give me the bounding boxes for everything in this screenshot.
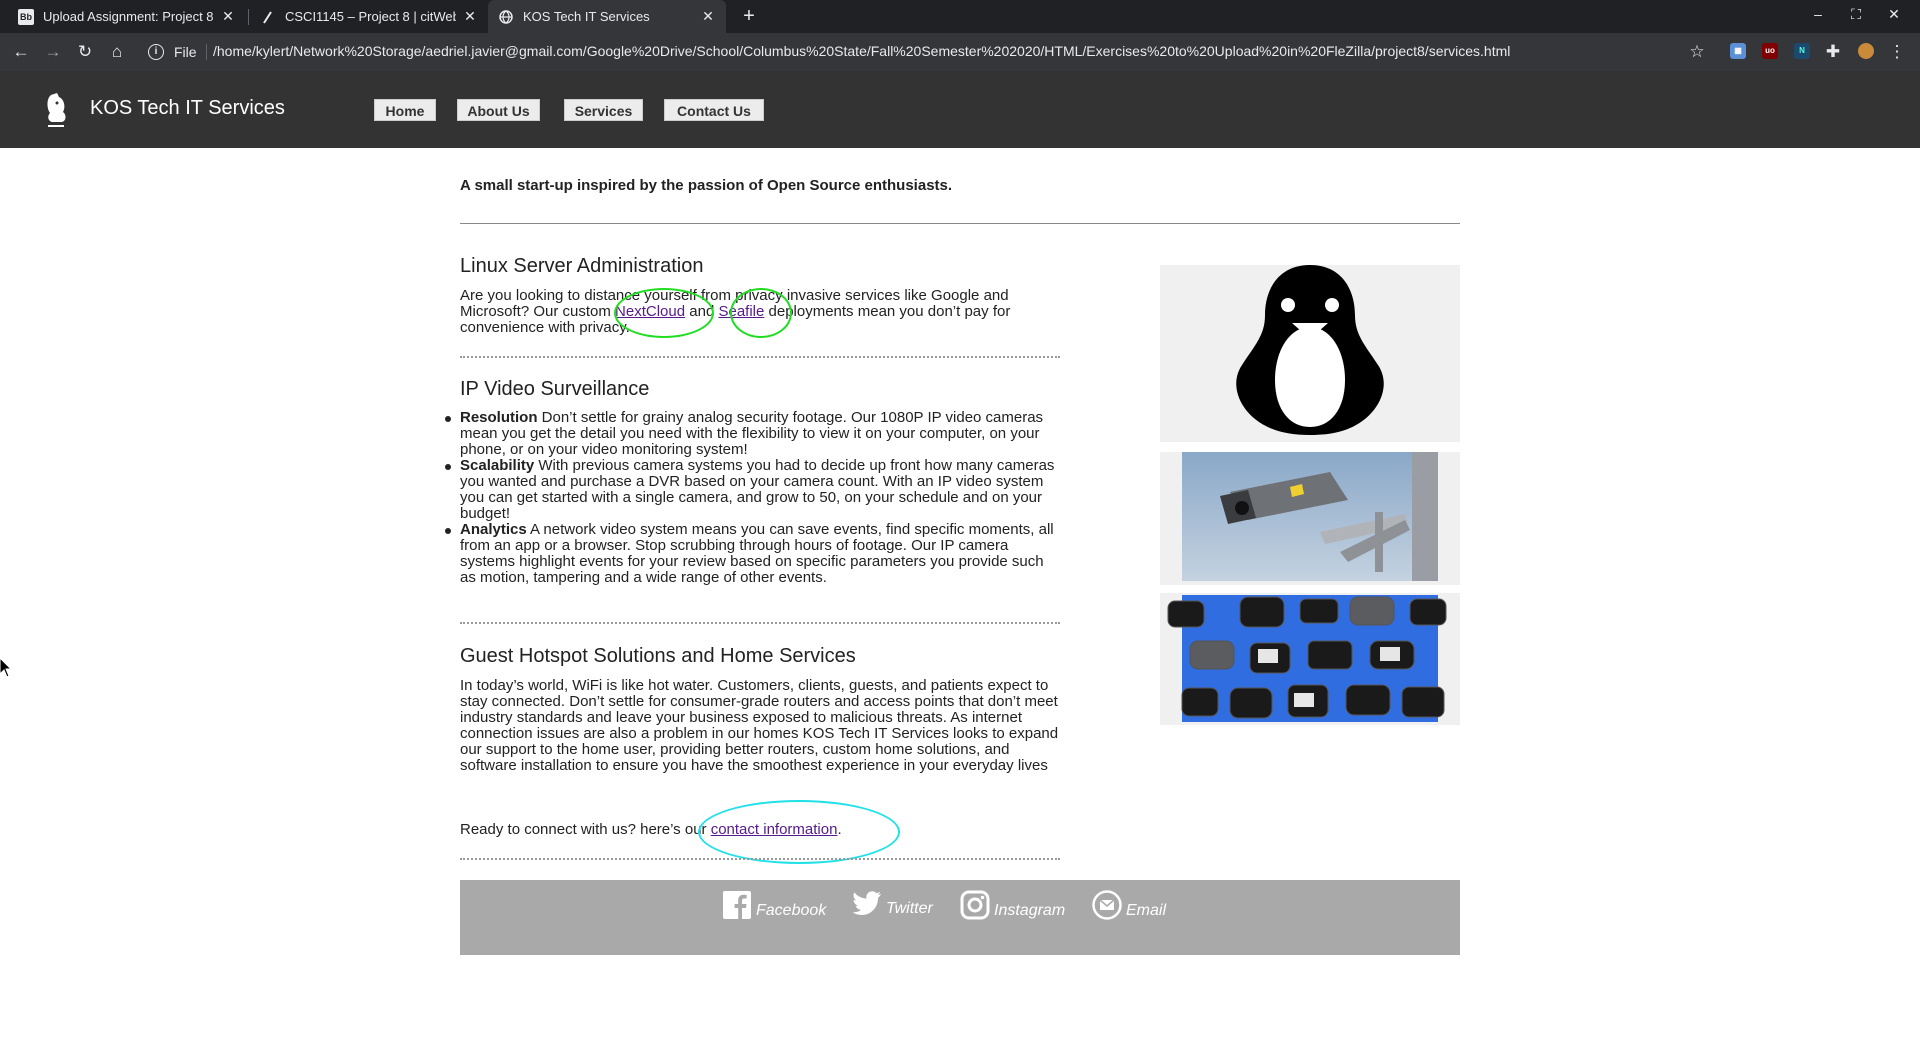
mouse-cursor-icon <box>0 657 13 683</box>
site-brand-title[interactable]: KOS Tech IT Services <box>90 97 285 120</box>
tagline: A small start-up inspired by the passion… <box>460 177 953 194</box>
tab-upload-assignment[interactable]: Bb Upload Assignment: Project 8 ✕ <box>8 0 246 33</box>
contact-suffix: . <box>837 821 842 838</box>
browser-tab-bar: Bb Upload Assignment: Project 8 ✕ CSCI11… <box>0 0 1920 33</box>
facebook-icon <box>723 891 751 920</box>
linux-text-2: and <box>685 303 719 320</box>
minimize-window-icon[interactable]: – <box>1808 6 1828 22</box>
nav-about-button[interactable]: About Us <box>457 99 540 121</box>
address-separator <box>206 44 207 60</box>
dotted-divider <box>460 622 1060 624</box>
feature-term: Resolution <box>460 409 538 426</box>
extension-3-icon[interactable]: N <box>1794 43 1810 59</box>
feature-term: Analytics <box>460 521 527 538</box>
contact-information-link[interactable]: contact information <box>711 821 838 838</box>
nav-home-button[interactable]: Home <box>374 99 436 121</box>
nextcloud-link[interactable]: NextCloud <box>615 303 685 320</box>
close-tab-icon[interactable]: ✕ <box>462 8 478 25</box>
instagram-label: Instagram <box>994 902 1066 919</box>
address-bar[interactable]: i File /home/kylert/Network%20Storage/ae… <box>140 37 1708 67</box>
contact-paragraph: Ready to connect with us? here’s our con… <box>460 822 1060 838</box>
site-header: KOS Tech IT Services Home About Us Servi… <box>0 71 1920 148</box>
dotted-divider <box>460 858 1060 860</box>
list-item: Resolution Don’t settle for grainy analo… <box>445 409 1060 458</box>
email-link[interactable]: Email <box>1092 890 1166 920</box>
list-item: Analytics A network video system means y… <box>445 521 1060 586</box>
feature-text: With previous camera systems you had to … <box>460 457 1055 522</box>
nav-services-button[interactable]: Services <box>564 99 643 121</box>
social-footer: Facebook Twitter Instagram Email <box>460 880 1460 955</box>
feature-text: A network video system means you can sav… <box>460 521 1054 586</box>
forward-arrow-icon[interactable]: → <box>42 41 64 63</box>
contact-prefix: Ready to connect with us? here’s our <box>460 821 711 838</box>
email-label: Email <box>1126 902 1167 919</box>
browser-toolbar: ← → ↻ ⌂ i File /home/kylert/Network%20St… <box>0 33 1920 71</box>
linux-paragraph: Are you looking to distance yourself fro… <box>460 288 1060 336</box>
twitter-icon <box>852 891 881 915</box>
instagram-icon <box>960 890 990 920</box>
close-tab-icon[interactable]: ✕ <box>220 8 236 25</box>
divider <box>460 223 1460 224</box>
instagram-link[interactable]: Instagram <box>960 890 1065 920</box>
email-icon <box>1092 890 1122 920</box>
list-item: Scalability With previous camera systems… <box>445 457 1060 522</box>
scheme-label: File <box>174 44 197 60</box>
tab-kos-tech[interactable]: KOS Tech IT Services ✕ <box>488 0 726 33</box>
feature-term: Scalability <box>460 457 535 474</box>
site-info-icon[interactable]: i <box>148 44 164 60</box>
extension-1-icon[interactable]: ▦ <box>1730 43 1746 59</box>
facebook-link[interactable]: Facebook <box>722 890 826 920</box>
avatar[interactable] <box>1858 43 1874 59</box>
tab-title: Upload Assignment: Project 8 <box>43 9 214 24</box>
close-tab-icon[interactable]: ✕ <box>700 8 716 25</box>
twitter-label: Twitter <box>886 900 933 917</box>
home-icon[interactable]: ⌂ <box>106 41 128 63</box>
puzzle-icon[interactable]: ✚ <box>1822 41 1844 63</box>
new-tab-button[interactable]: + <box>737 4 761 28</box>
nav-contact-button[interactable]: Contact Us <box>664 99 764 121</box>
blackboard-favicon-icon: Bb <box>18 8 34 25</box>
facebook-label: Facebook <box>756 902 827 919</box>
ublock-icon[interactable]: uo <box>1762 43 1778 59</box>
section-title-ipvideo: IP Video Surveillance <box>460 378 650 400</box>
tab-title: CSCI1145 – Project 8 | citWebl <box>285 9 456 24</box>
wifi-hotspots-image <box>1160 593 1460 725</box>
bookmark-star-icon[interactable]: ☆ <box>1686 41 1708 63</box>
close-window-icon[interactable]: ✕ <box>1884 6 1904 23</box>
document-favicon-icon <box>260 9 276 25</box>
globe-favicon-icon <box>498 9 514 25</box>
ipvideo-feature-list: Resolution Don’t settle for grainy analo… <box>445 409 1060 586</box>
menu-kebab-icon[interactable]: ⋮ <box>1886 41 1908 63</box>
dotted-divider <box>460 356 1060 358</box>
tab-separator <box>248 9 249 25</box>
maximize-window-icon[interactable]: ⛶ <box>1846 6 1866 23</box>
kos-logo-icon[interactable] <box>42 91 70 129</box>
tab-title: KOS Tech IT Services <box>523 9 650 24</box>
twitter-link[interactable]: Twitter <box>852 890 933 918</box>
tab-csci1145-project[interactable]: CSCI1145 – Project 8 | citWebl ✕ <box>250 0 488 33</box>
seafile-link[interactable]: Seafile <box>718 303 764 320</box>
back-arrow-icon[interactable]: ← <box>10 41 32 63</box>
reload-icon[interactable]: ↻ <box>74 41 96 63</box>
security-camera-image <box>1160 452 1460 585</box>
linux-penguin-image <box>1160 265 1460 442</box>
url-text[interactable]: /home/kylert/Network%20Storage/aedriel.j… <box>213 43 1510 59</box>
section-title-hotspot: Guest Hotspot Solutions and Home Service… <box>460 645 856 667</box>
feature-text: Don’t settle for grainy analog security … <box>460 409 1044 458</box>
section-title-linux: Linux Server Administration <box>460 255 704 277</box>
hotspot-paragraph: In today’s world, WiFi is like hot water… <box>460 677 1059 774</box>
